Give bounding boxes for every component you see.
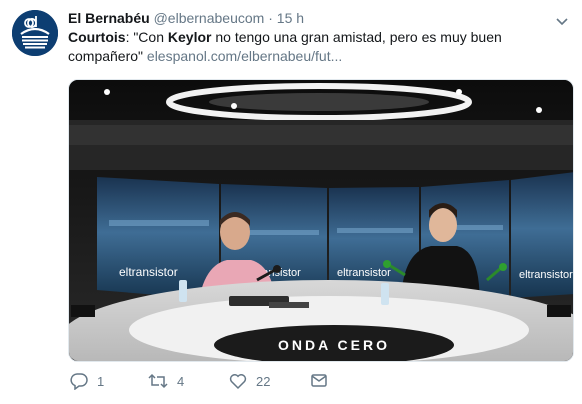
text-bold: Keylor xyxy=(167,29,212,45)
separator-dot: · xyxy=(268,10,273,26)
envelope-icon xyxy=(311,374,327,387)
author-name[interactable]: El Bernabéu xyxy=(68,10,150,26)
tweet-text: Courtois: "Con Keylor no tengo una gran … xyxy=(68,28,568,66)
tweet-timestamp[interactable]: 15 h xyxy=(277,10,304,26)
direct-message-button[interactable] xyxy=(310,372,328,388)
text-part-1: : "Con xyxy=(125,29,168,45)
radio-studio-illustration: eltransistor eltransistor eltransistor e… xyxy=(69,80,573,361)
screen-brand-3: eltransistor xyxy=(337,267,391,279)
retweet-button[interactable]: 4 xyxy=(148,372,184,390)
like-count: 22 xyxy=(256,373,271,389)
tweet-header: El Bernabéu @elbernabeucom · 15 h xyxy=(68,9,304,27)
heart-icon xyxy=(229,374,247,390)
reply-count: 1 xyxy=(97,373,105,389)
tweet-actions: 1 4 22 xyxy=(68,372,488,396)
tweet-link[interactable]: elespanol.com/elbernabeu/fut... xyxy=(147,48,342,64)
screen-brand-1: eltransistor xyxy=(119,265,178,279)
retweet-count: 4 xyxy=(177,373,185,389)
reply-icon xyxy=(70,373,88,390)
screen-brand-4: eltransistor xyxy=(519,269,573,281)
desk-brand: ONDA CERO xyxy=(278,337,390,353)
avatar[interactable] xyxy=(12,10,58,56)
tweet-media-photo[interactable]: eltransistor eltransistor eltransistor e… xyxy=(68,79,574,362)
reply-button[interactable]: 1 xyxy=(70,372,104,390)
el-bernabeu-logo-icon xyxy=(12,10,58,56)
retweet-icon xyxy=(148,373,168,389)
author-handle[interactable]: @elbernabeucom xyxy=(154,10,265,26)
text-subject: Courtois xyxy=(68,29,126,45)
like-button[interactable]: 22 xyxy=(229,372,270,390)
